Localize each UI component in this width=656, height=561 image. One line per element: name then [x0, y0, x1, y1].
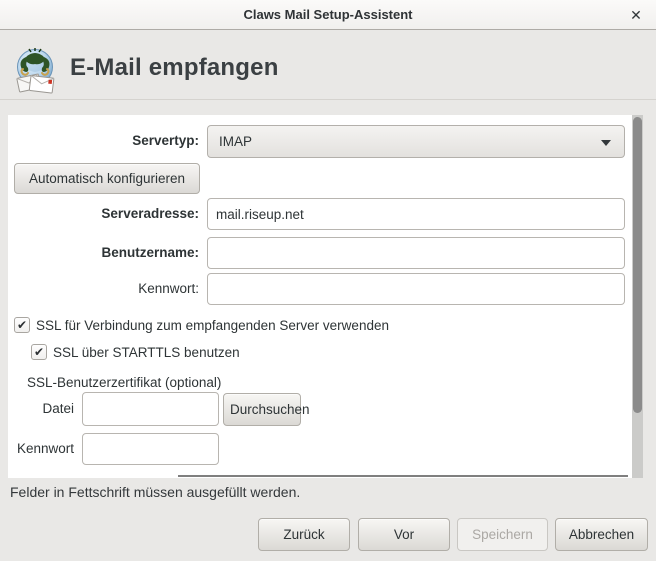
- save-button[interactable]: Speichern: [457, 518, 548, 551]
- cancel-button[interactable]: Abbrechen: [555, 518, 648, 551]
- cert-kennwort-label: Kennwort: [8, 433, 74, 465]
- required-fields-hint: Felder in Fettschrift müssen ausgefüllt …: [10, 484, 300, 500]
- servertyp-dropdown[interactable]: IMAP: [207, 125, 625, 158]
- back-button[interactable]: Zurück: [258, 518, 350, 551]
- kennwort-input[interactable]: [207, 273, 625, 305]
- starttls-checkbox[interactable]: ✔: [31, 344, 47, 360]
- wizard-header: E-Mail empfangen: [0, 31, 656, 100]
- vertical-scrollbar-thumb[interactable]: [633, 117, 642, 413]
- starttls-checkbox-label[interactable]: SSL über STARTTLS benutzen: [53, 344, 240, 361]
- ssl-checkbox-label[interactable]: SSL für Verbindung zum empfangenden Serv…: [36, 317, 389, 334]
- servertyp-label: Servertyp:: [8, 125, 199, 157]
- chevron-down-icon: [601, 140, 611, 146]
- page-title: E-Mail empfangen: [70, 54, 279, 82]
- close-icon[interactable]: ✕: [623, 3, 649, 27]
- horizontal-scrollbar[interactable]: [178, 475, 628, 477]
- setup-assistant-window: Claws Mail Setup-Assistent ✕: [0, 0, 656, 561]
- checkmark-icon: ✔: [17, 319, 27, 331]
- next-button[interactable]: Vor: [358, 518, 450, 551]
- cert-kennwort-input[interactable]: [82, 433, 219, 465]
- serveradresse-label: Serveradresse:: [8, 198, 199, 230]
- ssl-cert-section-label: SSL-Benutzerzertifikat (optional): [27, 375, 221, 390]
- auto-configure-button[interactable]: Automatisch konfigurieren: [14, 163, 200, 194]
- cert-datei-label: Datei: [8, 392, 74, 426]
- window-title: Claws Mail Setup-Assistent: [243, 7, 412, 22]
- checkmark-icon: ✔: [34, 346, 44, 358]
- servertyp-selected-value: IMAP: [219, 134, 252, 149]
- claws-mail-logo-icon: [13, 47, 57, 94]
- serveradresse-input[interactable]: [207, 198, 625, 230]
- title-bar[interactable]: Claws Mail Setup-Assistent ✕: [0, 0, 656, 30]
- cert-datei-input[interactable]: [82, 392, 219, 426]
- ssl-checkbox[interactable]: ✔: [14, 317, 30, 333]
- form-scroll-panel: Servertyp: IMAP Automatisch konfiguriere…: [8, 115, 643, 478]
- durchsuchen-button[interactable]: Durchsuchen: [223, 393, 301, 426]
- kennwort-label: Kennwort:: [8, 273, 199, 305]
- benutzername-label: Benutzername:: [8, 237, 199, 269]
- benutzername-input[interactable]: [207, 237, 625, 269]
- vertical-scrollbar-track[interactable]: [632, 115, 643, 478]
